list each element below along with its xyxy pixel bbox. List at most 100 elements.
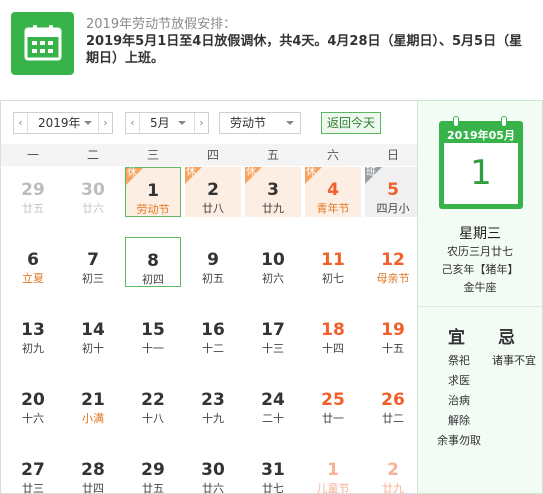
back-to-today-button[interactable]: 返回今天 [321, 112, 381, 134]
lunar-label: 立夏 [22, 272, 44, 285]
day-cell[interactable]: 30 廿六 [185, 447, 241, 494]
tag-label: 休 [186, 167, 196, 178]
lunar-label: 母亲节 [376, 272, 410, 285]
day-number: 25 [321, 390, 345, 410]
lunar-label: 初七 [322, 272, 344, 285]
day-cell[interactable]: 10 初六 [245, 237, 301, 287]
day-cell[interactable]: 26 廿二 [365, 377, 421, 427]
calendar-widget: ‹ 2019年 › ‹ 5月 › 劳动节 返回今天 一二三四五六日 29 廿五 30… [0, 100, 543, 494]
lunar-label: 十八 [142, 412, 164, 425]
day-cell[interactable]: 15 十一 [125, 307, 181, 357]
day-cell[interactable]: 12 母亲节 [365, 237, 421, 287]
lunar-label: 廿三 [22, 482, 44, 494]
day-cell[interactable]: 23 十九 [185, 377, 241, 427]
lunar-label: 廿一 [322, 412, 344, 425]
day-cell[interactable]: 19 十五 [365, 307, 421, 357]
day-number: 20 [21, 390, 45, 410]
weekday-label: 四 [206, 148, 219, 162]
calendar-grid-panel: ‹ 2019年 › ‹ 5月 › 劳动节 返回今天 一二三四五六日 29 廿五 30… [0, 100, 421, 494]
year-value: 2019年 [38, 116, 81, 130]
day-number: 15 [141, 320, 165, 340]
day-number: 24 [261, 390, 285, 410]
day-number: 8 [147, 251, 159, 271]
day-cell[interactable]: 14 初十 [65, 307, 121, 357]
day-cell[interactable]: 6 立夏 [5, 237, 61, 287]
next-month-arrow[interactable]: › [194, 113, 208, 133]
day-number: 12 [381, 250, 405, 270]
lunar-label: 十九 [202, 412, 224, 425]
lunar-label: 廿九 [262, 202, 284, 215]
day-cell[interactable]: 休 3 廿九 [245, 167, 301, 217]
day-number: 14 [81, 320, 105, 340]
day-cell[interactable]: 22 十八 [125, 377, 181, 427]
prev-month-arrow[interactable]: ‹ [126, 113, 140, 133]
day-cell[interactable]: 休 1 劳动节 [125, 167, 181, 217]
lunar-label: 十四 [322, 342, 344, 355]
tag-label: 休 [306, 167, 316, 178]
lunar-label: 廿五 [22, 202, 44, 215]
prev-year-arrow[interactable]: ‹ [14, 113, 28, 133]
lunar-label: 廿五 [142, 482, 164, 494]
day-cell[interactable]: 1 儿童节 [305, 447, 361, 494]
day-cell[interactable]: 2 廿九 [365, 447, 421, 494]
big-date-face: 1 [444, 143, 518, 204]
day-cell[interactable]: 27 廿三 [5, 447, 61, 494]
day-cell[interactable]: 30 廿六 [65, 167, 121, 217]
day-cell[interactable]: 16 十二 [185, 307, 241, 357]
day-cell[interactable]: 17 十三 [245, 307, 301, 357]
day-cell[interactable]: 休 2 廿八 [185, 167, 241, 217]
notice-title: 2019年劳动节放假安排： [86, 17, 237, 32]
big-date-card: 2019年05月 1 [439, 116, 523, 209]
suitable-item: 祭祀 [448, 354, 470, 367]
day-number: 22 [141, 390, 165, 410]
lunar-label: 青年节 [316, 202, 350, 215]
day-number: 16 [201, 320, 225, 340]
day-cell[interactable]: 9 初五 [185, 237, 241, 287]
lunar-label: 初三 [82, 272, 104, 285]
day-number: 27 [21, 460, 45, 480]
day-cell[interactable]: 18 十四 [305, 307, 361, 357]
holiday-select[interactable]: 劳动节 [219, 112, 301, 134]
weekday-label: 日 [386, 148, 399, 162]
weekday-label: 一 [26, 148, 39, 162]
chevron-down-icon [178, 121, 186, 125]
next-year-arrow[interactable]: › [98, 113, 112, 133]
lunar-label: 十三 [262, 342, 284, 355]
day-cell[interactable]: 24 二十 [245, 377, 301, 427]
avoid-list: 诸事不宜 [486, 351, 542, 371]
tag-label: 休 [246, 167, 256, 178]
lunar-label: 二十 [262, 412, 284, 425]
day-cell[interactable]: 29 廿五 [125, 447, 181, 494]
day-cell[interactable]: 29 廿五 [5, 167, 61, 217]
month-value: 5月 [150, 116, 170, 130]
day-cell[interactable]: 13 初九 [5, 307, 61, 357]
day-number: 1 [327, 460, 339, 480]
lunar-label: 儿童节 [316, 482, 350, 494]
panel-divider [418, 306, 542, 307]
day-cell[interactable]: 31 廿七 [245, 447, 301, 494]
suitable-title: 宜 [448, 328, 465, 348]
detail-lunar-date: 农历三月廿七 [447, 245, 513, 258]
suitable-item: 治病 [448, 394, 470, 407]
day-cell[interactable]: 8 初四 [125, 237, 181, 287]
year-select[interactable]: ‹ 2019年 › [13, 112, 113, 134]
day-cell[interactable]: 休 4 青年节 [305, 167, 361, 217]
day-number: 11 [321, 250, 345, 270]
chevron-down-icon [286, 121, 294, 125]
day-cell[interactable]: 20 十六 [5, 377, 61, 427]
day-cell[interactable]: 7 初三 [65, 237, 121, 287]
day-cell[interactable]: 班 5 四月小 [365, 167, 421, 217]
chevron-down-icon [84, 121, 92, 125]
day-cell[interactable]: 28 廿四 [65, 447, 121, 494]
calendar-icon [11, 12, 74, 75]
day-cell[interactable]: 11 初七 [305, 237, 361, 287]
suitable-list: 祭祀 求医 治病 解除 余事勿取 [434, 351, 484, 451]
detail-constellation: 金牛座 [463, 281, 497, 294]
day-cell[interactable]: 25 廿一 [305, 377, 361, 427]
lunar-label: 初五 [202, 272, 224, 285]
month-select[interactable]: ‹ 5月 › [125, 112, 209, 134]
avoid-title: 忌 [498, 328, 515, 348]
day-number: 17 [261, 320, 285, 340]
day-cell[interactable]: 21 小满 [65, 377, 121, 427]
lunar-label: 廿六 [82, 202, 104, 215]
